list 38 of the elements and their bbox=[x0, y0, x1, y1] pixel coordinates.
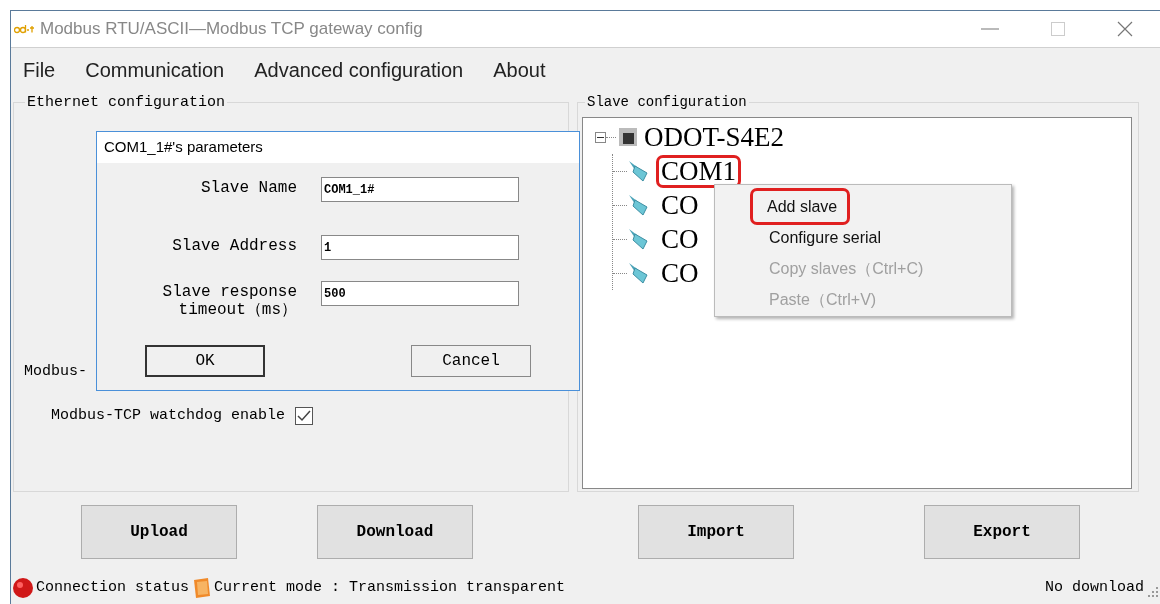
device-icon bbox=[616, 125, 640, 149]
tree-item[interactable]: ODOT-S4E2 bbox=[644, 123, 784, 151]
dialog-button[interactable]: OK bbox=[145, 345, 265, 377]
text-field[interactable]: COM1_1# bbox=[321, 177, 519, 202]
field-label: Slave Address bbox=[171, 236, 297, 255]
watchdog-checkbox[interactable] bbox=[295, 407, 314, 426]
menu-item[interactable]: Add slave bbox=[753, 191, 848, 222]
tree-item[interactable]: CO bbox=[659, 259, 701, 287]
dialog-title: COM1_1#'s parameters bbox=[104, 137, 263, 158]
menu-item[interactable]: About bbox=[493, 55, 546, 85]
tree-item[interactable]: CO bbox=[659, 225, 701, 253]
tree-item[interactable]: COM1 bbox=[659, 157, 738, 185]
action-button[interactable]: Import bbox=[638, 505, 794, 559]
resize-grip-icon[interactable] bbox=[1148, 587, 1158, 598]
menu-item[interactable]: Configure serial bbox=[767, 222, 884, 253]
mode-icon bbox=[192, 577, 213, 600]
text-field[interactable]: 1 bbox=[321, 235, 519, 260]
menu-item[interactable]: Advanced configuration bbox=[254, 55, 464, 85]
field-label: Slave response timeout（ms） bbox=[161, 282, 297, 319]
app-logo bbox=[14, 24, 36, 34]
connection-status: Connection status bbox=[36, 578, 190, 598]
action-button[interactable]: Download bbox=[317, 505, 473, 559]
current-mode: Current mode : Transmission transparent bbox=[214, 578, 566, 598]
text-field[interactable]: 500 bbox=[321, 281, 519, 306]
dialog-button[interactable]: Cancel bbox=[411, 345, 531, 377]
checkbox-label: Modbus-TCP watchdog enable bbox=[51, 406, 286, 426]
menu-item[interactable]: File bbox=[23, 55, 56, 85]
tree-item[interactable]: CO bbox=[659, 191, 701, 219]
field-label: Modbus- bbox=[24, 362, 87, 382]
menu-item[interactable]: Communication bbox=[85, 55, 225, 85]
collapse-toggle-icon[interactable] bbox=[595, 131, 606, 143]
window-title: Modbus RTU/ASCII—Modbus TCP gateway config bbox=[40, 18, 423, 41]
status-light-icon bbox=[12, 577, 34, 600]
action-button[interactable]: Upload bbox=[81, 505, 237, 559]
download-status: No download bbox=[1044, 578, 1144, 598]
close-icon[interactable] bbox=[1117, 21, 1133, 37]
action-button[interactable]: Export bbox=[924, 505, 1080, 559]
field-label: Slave Name bbox=[200, 178, 297, 197]
